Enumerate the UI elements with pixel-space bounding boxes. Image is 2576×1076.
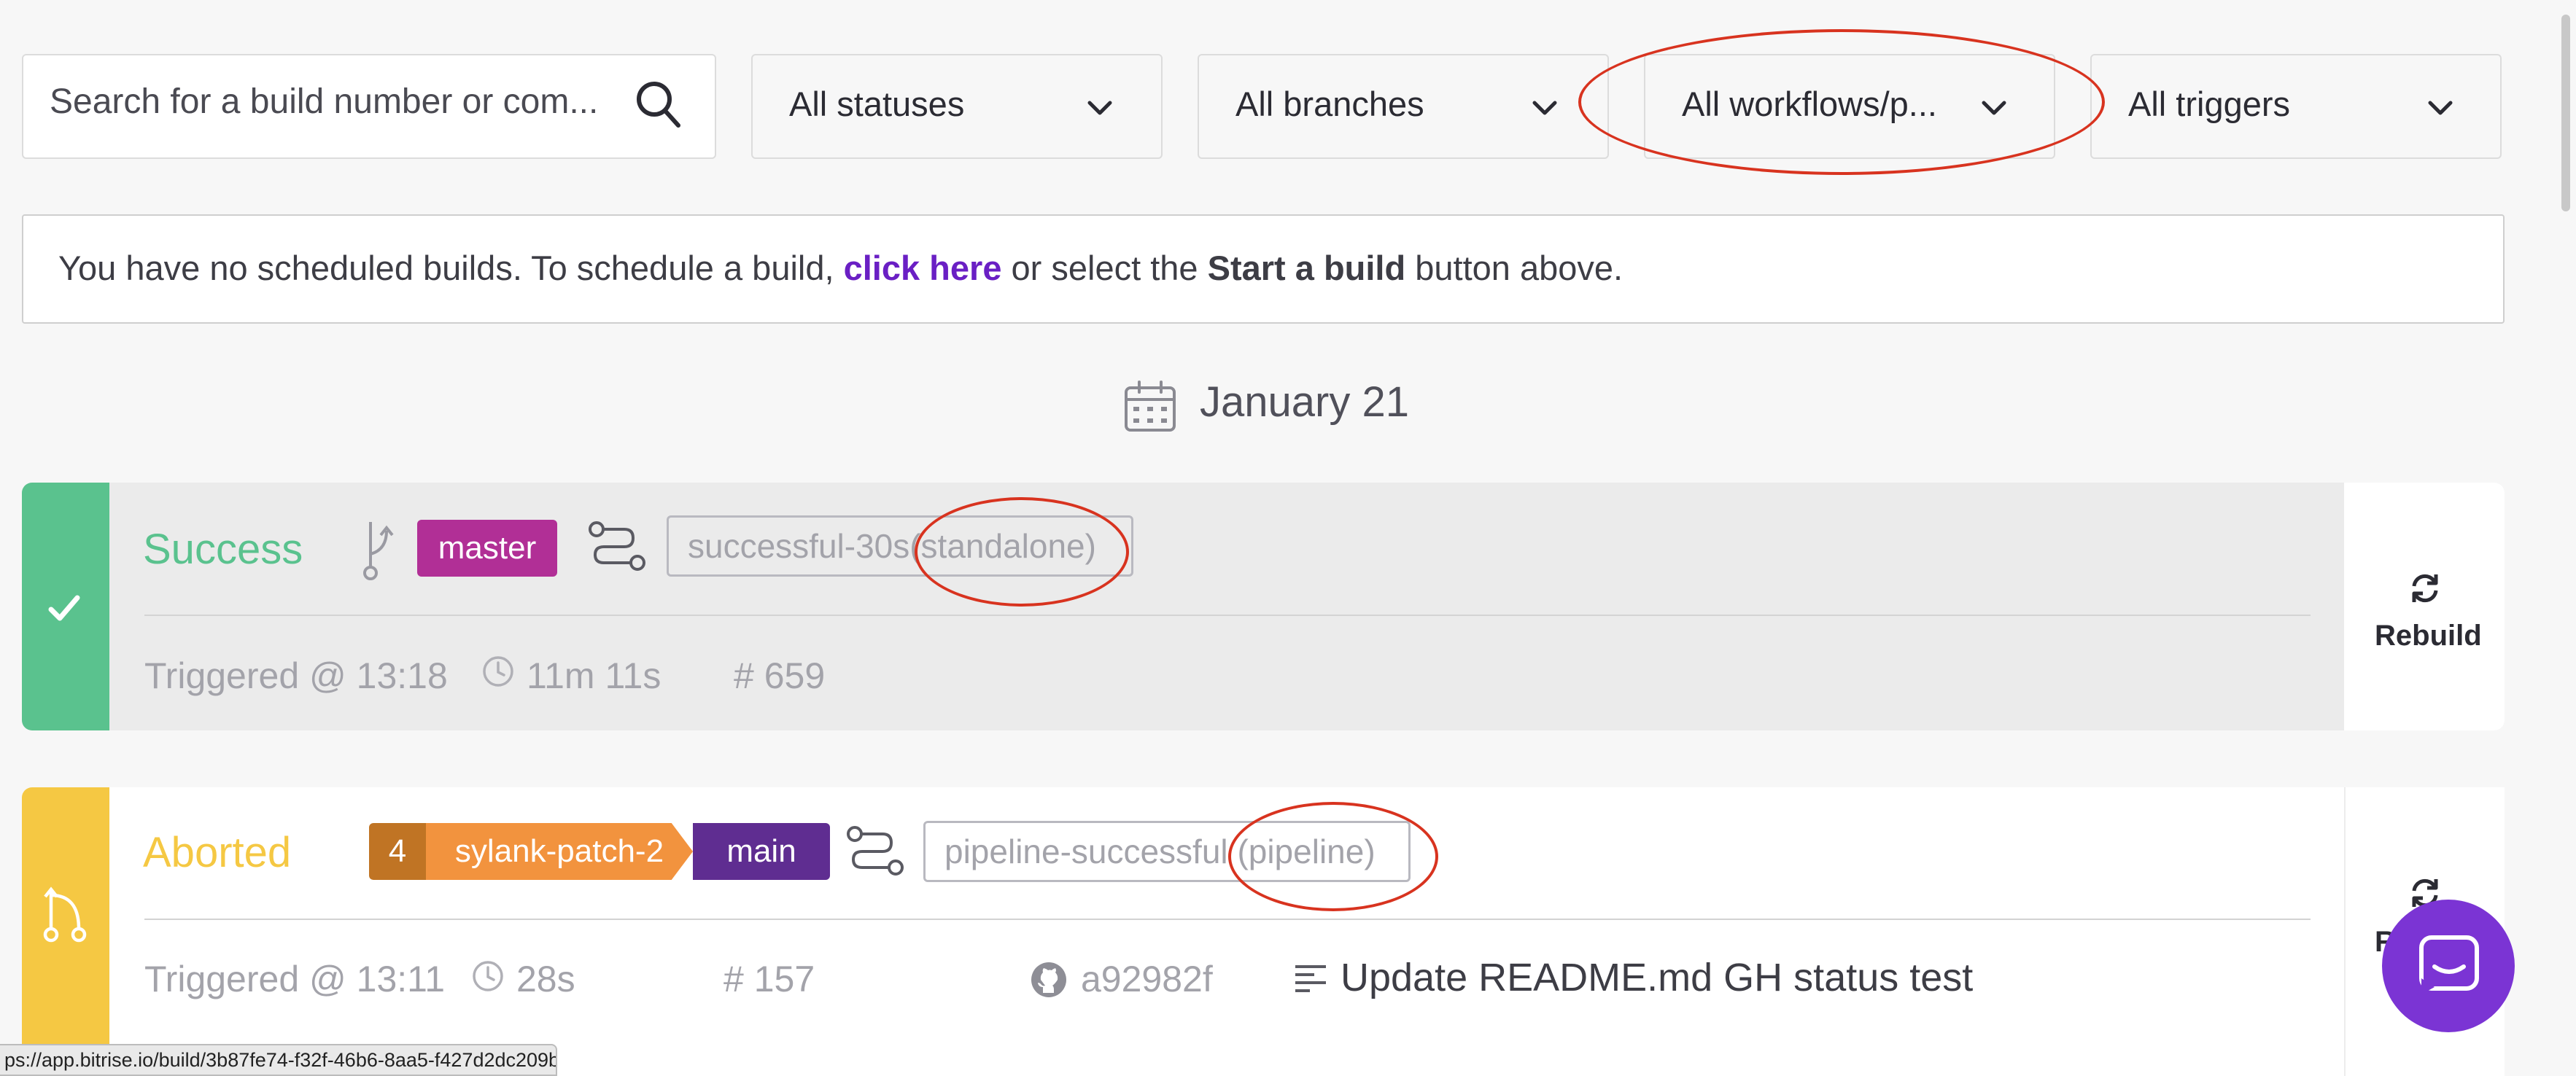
- triggered-time: Triggered @ 13:11: [144, 959, 446, 999]
- rebuild-button[interactable]: [2344, 483, 2505, 730]
- build-duration: 28s: [516, 959, 575, 999]
- annotation-circle: [1228, 802, 1438, 911]
- date-header: January 21: [1200, 378, 1409, 426]
- refresh-icon: [2412, 574, 2438, 603]
- commit-message-icon: [1295, 965, 1326, 992]
- status-filter-label: All statuses: [789, 85, 965, 123]
- build-status: Success: [143, 526, 303, 573]
- workflow-name: pipeline-successful: [944, 833, 1228, 870]
- build-number: # 157: [723, 959, 815, 999]
- commit-hash[interactable]: a92982f: [1081, 958, 1213, 1000]
- chevron-down-icon: [1087, 101, 1112, 115]
- annotation-circle: [915, 497, 1129, 607]
- card-divider: [144, 919, 2311, 920]
- build-duration: 11m 11s: [527, 655, 662, 696]
- calendar-icon: [1125, 381, 1176, 432]
- triggered-time: Triggered @ 13:18: [144, 655, 448, 696]
- checkmark-icon: [48, 595, 80, 621]
- start-build-reference: Start a build: [1207, 249, 1406, 287]
- status-url: ps://app.bitrise.io/build/3b87fe74-f32f-…: [0, 1044, 557, 1076]
- schedule-build-link[interactable]: click here: [844, 249, 1002, 287]
- annotation-circle: [1578, 29, 2105, 175]
- banner-text-start: You have no scheduled builds. To schedul…: [58, 249, 844, 287]
- build-status: Aborted: [143, 829, 292, 876]
- banner-message: You have no scheduled builds. To schedul…: [58, 248, 1623, 288]
- clock-icon: [483, 656, 513, 687]
- clock-icon: [473, 961, 503, 991]
- commit-message: Update README.md GH status test: [1341, 956, 1974, 999]
- source-branch-tag: sylank-patch-2: [426, 823, 693, 880]
- trigger-filter-label: All triggers: [2128, 85, 2291, 123]
- github-icon: [1031, 962, 1066, 997]
- search-icon[interactable]: [635, 79, 681, 130]
- search-placeholder: Search for a build number or com...: [50, 82, 599, 121]
- branch-filter-label: All branches: [1235, 85, 1424, 123]
- workflow-name: successful-30s: [688, 527, 910, 565]
- banner-text-end: button above.: [1405, 249, 1623, 287]
- pr-number-tag: 4: [369, 823, 426, 880]
- chevron-down-icon: [1532, 101, 1557, 115]
- chat-icon: [2419, 935, 2479, 994]
- chevron-down-icon: [2428, 101, 2453, 115]
- pull-request-icon: [43, 886, 87, 943]
- target-branch-tag: main: [693, 823, 830, 880]
- build-number: # 659: [734, 655, 826, 696]
- workflow-icon: [589, 521, 645, 571]
- branch-icon: [363, 522, 394, 580]
- rebuild-label: Rebuild: [2375, 620, 2482, 652]
- branch-tag: master: [417, 520, 557, 577]
- scrollbar[interactable]: [2561, 15, 2570, 211]
- card-divider: [144, 615, 2311, 616]
- banner-text-middle: or select the: [1001, 249, 1208, 287]
- workflow-icon: [847, 826, 904, 876]
